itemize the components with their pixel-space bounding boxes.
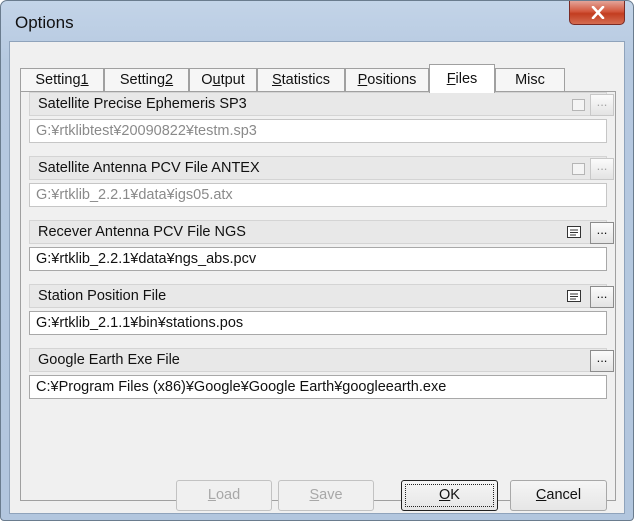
browse-button[interactable]: ... xyxy=(590,94,614,116)
group-label: Satellite Antenna PCV File ANTEX xyxy=(38,160,260,176)
ok-button[interactable]: OK xyxy=(401,480,498,511)
station-position-path-field[interactable]: G:¥rtklib_2.1.1¥bin¥stations.pos xyxy=(29,311,607,335)
group-header: Station Position File ... xyxy=(29,284,614,308)
group-label: Satellite Precise Ephemeris SP3 xyxy=(38,96,247,112)
tab-positions[interactable]: Positions xyxy=(345,68,429,92)
load-button[interactable]: Load xyxy=(176,480,272,511)
browse-button[interactable]: ... xyxy=(590,222,614,244)
tab-misc[interactable]: Misc xyxy=(495,68,565,92)
close-button[interactable] xyxy=(569,1,625,25)
group-label: Recever Antenna PCV File NGS xyxy=(38,224,246,240)
sp3-path-field[interactable]: G:¥rtklibtest¥20090822¥testm.sp3 xyxy=(29,119,607,143)
enable-checkbox[interactable] xyxy=(572,163,585,175)
close-icon xyxy=(591,6,605,19)
group-label: Station Position File xyxy=(38,288,167,304)
ngs-path-field[interactable]: G:¥rtklib_2.2.1¥data¥ngs_abs.pcv xyxy=(29,247,607,271)
tab-setting2[interactable]: Setting2 xyxy=(104,68,189,92)
browse-button[interactable]: ... xyxy=(590,286,614,308)
group-header: Recever Antenna PCV File NGS ... xyxy=(29,220,614,244)
view-file-icon[interactable] xyxy=(566,289,584,305)
browse-button[interactable]: ... xyxy=(590,158,614,180)
cancel-button[interactable]: Cancel xyxy=(510,480,607,511)
group-label: Google Earth Exe File xyxy=(38,352,180,368)
title-bar[interactable]: Options xyxy=(1,1,633,41)
browse-button[interactable]: ... xyxy=(590,350,614,372)
tab-files[interactable]: Files xyxy=(429,64,495,93)
group-header: Google Earth Exe File ... xyxy=(29,348,614,372)
tab-output[interactable]: Output xyxy=(189,68,257,92)
group-header: Satellite Antenna PCV File ANTEX ... xyxy=(29,156,614,180)
files-tab-panel: Satellite Precise Ephemeris SP3 ... G:¥r… xyxy=(20,91,616,501)
group-header: Satellite Precise Ephemeris SP3 ... xyxy=(29,92,614,116)
window-title: Options xyxy=(15,13,74,32)
view-file-icon[interactable] xyxy=(566,225,584,241)
google-earth-path-field[interactable]: C:¥Program Files (x86)¥Google¥Google Ear… xyxy=(29,375,607,399)
save-button[interactable]: Save xyxy=(278,480,374,511)
antex-path-field[interactable]: G:¥rtklib_2.2.1¥data¥igs05.atx xyxy=(29,183,607,207)
dialog-client-area: Setting1 Setting2 Output Statistics Posi… xyxy=(9,41,625,514)
options-dialog: Options Setting1 Setting2 Output Statist… xyxy=(0,0,634,521)
enable-checkbox[interactable] xyxy=(572,99,585,111)
tab-statistics[interactable]: Statistics xyxy=(257,68,345,92)
focus-ring xyxy=(405,484,494,507)
tab-setting1[interactable]: Setting1 xyxy=(20,68,104,92)
dialog-button-row: Load Save OK Cancel xyxy=(10,480,626,511)
